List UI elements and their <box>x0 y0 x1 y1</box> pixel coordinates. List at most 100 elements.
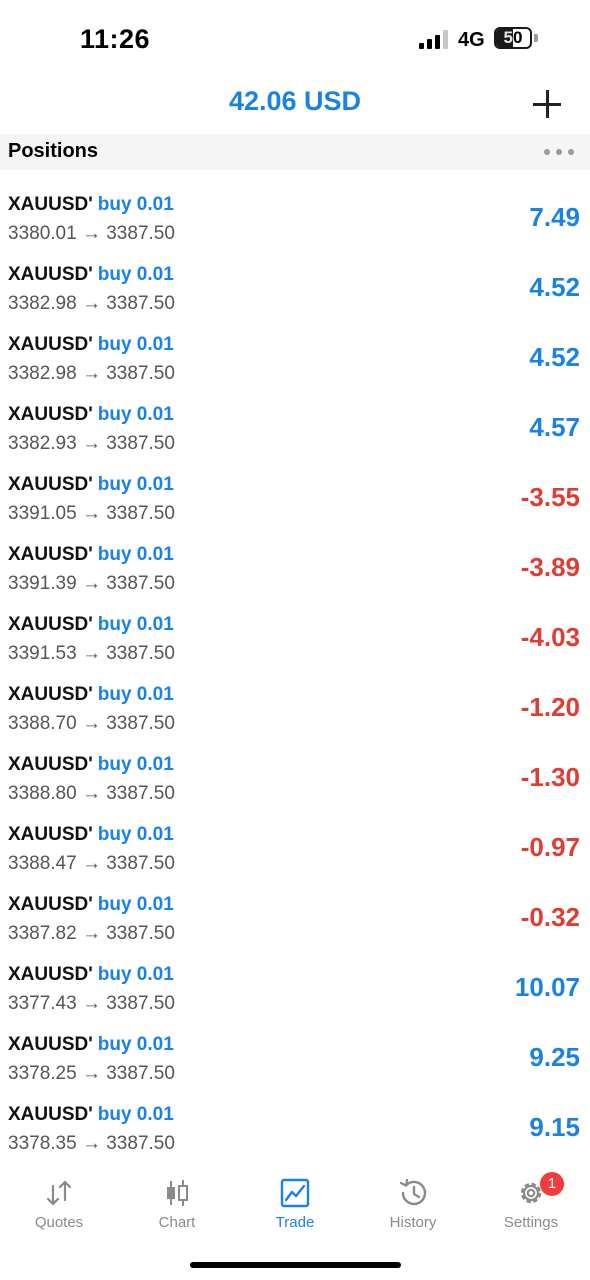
position-symbol: XAUUSD' <box>8 614 93 635</box>
tab-chart[interactable]: Chart <box>118 1162 236 1242</box>
position-symbol: XAUUSD' <box>8 1034 93 1055</box>
position-profit: -4.03 <box>520 622 580 652</box>
position-prices: 3378.25 → 3387.50 <box>8 1063 175 1084</box>
position-symbol: XAUUSD' <box>8 334 93 355</box>
trade-chart-icon <box>280 1178 310 1208</box>
quotes-arrows-icon <box>46 1180 72 1206</box>
position-title: XAUUSD' buy 0.01 <box>8 684 174 706</box>
section-title: Positions <box>8 140 99 162</box>
position-side: buy 0.01 <box>97 474 174 495</box>
tab-bar: Quotes Chart Trade History Settings 1 <box>0 1162 590 1280</box>
position-row[interactable]: XAUUSD' buy 0.01 3387.82 → 3387.50 -0.32 <box>0 884 590 954</box>
position-profit: -3.55 <box>520 482 580 512</box>
position-row[interactable]: XAUUSD' buy 0.01 3391.05 → 3387.50 -3.55 <box>0 464 590 534</box>
tab-label-trade: Trade <box>275 1214 315 1231</box>
position-side: buy 0.01 <box>97 754 174 775</box>
tab-label-history: History <box>389 1214 437 1231</box>
position-prices: 3377.43 → 3387.50 <box>8 993 175 1014</box>
position-symbol: XAUUSD' <box>8 824 93 845</box>
candlestick-icon <box>167 1180 188 1206</box>
history-clock-icon <box>399 1178 427 1206</box>
position-title: XAUUSD' buy 0.01 <box>8 754 174 776</box>
positions-section-header: Positions <box>0 134 590 170</box>
position-row[interactable]: XAUUSD' buy 0.01 3388.70 → 3387.50 -1.20 <box>0 674 590 744</box>
position-row[interactable]: XAUUSD' buy 0.01 3377.43 → 3387.50 10.07 <box>0 954 590 1024</box>
position-prices: 3382.98 → 3387.50 <box>8 363 175 384</box>
position-title: XAUUSD' buy 0.01 <box>8 894 174 916</box>
tab-label-chart: Chart <box>158 1214 196 1231</box>
tab-trade[interactable]: Trade <box>236 1162 354 1242</box>
position-prices: 3391.53 → 3387.50 <box>8 643 175 664</box>
position-profit: -0.97 <box>520 832 580 862</box>
position-title: XAUUSD' buy 0.01 <box>8 614 174 636</box>
position-prices: 3380.01 → 3387.50 <box>8 223 175 244</box>
home-indicator[interactable] <box>190 1262 401 1268</box>
position-row[interactable]: XAUUSD' buy 0.01 3391.39 → 3387.50 -3.89 <box>0 534 590 604</box>
position-row[interactable]: XAUUSD' buy 0.01 3391.53 → 3387.50 -4.03 <box>0 604 590 674</box>
position-symbol: XAUUSD' <box>8 474 93 495</box>
position-title: XAUUSD' buy 0.01 <box>8 474 174 496</box>
tab-label-settings: Settings <box>503 1214 559 1231</box>
status-time: 11:26 <box>80 24 151 54</box>
position-profit: 4.52 <box>529 272 580 302</box>
position-side: buy 0.01 <box>97 894 174 915</box>
position-symbol: XAUUSD' <box>8 894 93 915</box>
tab-settings[interactable]: Settings <box>472 1162 590 1242</box>
position-side: buy 0.01 <box>97 964 174 985</box>
ellipsis-icon[interactable] <box>543 148 575 156</box>
position-prices: 3387.82 → 3387.50 <box>8 923 175 944</box>
position-side: buy 0.01 <box>97 334 174 355</box>
tab-label-quotes: Quotes <box>34 1214 84 1231</box>
position-profit: 10.07 <box>514 972 580 1002</box>
position-profit: -1.20 <box>520 692 580 722</box>
position-prices: 3391.05 → 3387.50 <box>8 503 175 524</box>
position-title: XAUUSD' buy 0.01 <box>8 544 174 566</box>
position-title: XAUUSD' buy 0.01 <box>8 824 174 846</box>
position-prices: 3382.93 → 3387.50 <box>8 433 175 454</box>
position-symbol: XAUUSD' <box>8 754 93 775</box>
tab-quotes[interactable]: Quotes <box>0 1162 118 1242</box>
position-row[interactable]: XAUUSD' buy 0.01 3388.80 → 3387.50 -1.30 <box>0 744 590 814</box>
position-title: XAUUSD' buy 0.01 <box>8 404 174 426</box>
position-profit: -3.89 <box>520 552 580 582</box>
position-profit: -0.32 <box>520 902 580 932</box>
position-side: buy 0.01 <box>97 194 174 215</box>
position-title: XAUUSD' buy 0.01 <box>8 194 174 216</box>
position-profit: 4.52 <box>529 342 580 372</box>
position-row[interactable]: XAUUSD' buy 0.01 3382.98 → 3387.50 4.52 <box>0 254 590 324</box>
position-symbol: XAUUSD' <box>8 264 93 285</box>
position-side: buy 0.01 <box>97 1034 174 1055</box>
network-type: 4G <box>458 29 485 51</box>
position-title: XAUUSD' buy 0.01 <box>8 964 174 986</box>
position-side: buy 0.01 <box>97 684 174 705</box>
position-symbol: XAUUSD' <box>8 684 93 705</box>
battery-tip <box>534 34 538 42</box>
position-row[interactable]: XAUUSD' buy 0.01 3382.93 → 3387.50 4.57 <box>0 394 590 464</box>
position-symbol: XAUUSD' <box>8 964 93 985</box>
position-profit: 9.15 <box>529 1112 580 1142</box>
position-row[interactable]: XAUUSD' buy 0.01 3378.25 → 3387.50 9.25 <box>0 1024 590 1094</box>
plus-icon[interactable] <box>527 84 567 124</box>
tab-history[interactable]: History <box>354 1162 472 1242</box>
position-side: buy 0.01 <box>97 824 174 845</box>
position-side: buy 0.01 <box>97 544 174 565</box>
position-side: buy 0.01 <box>97 1104 174 1125</box>
position-symbol: XAUUSD' <box>8 1104 93 1125</box>
battery-icon: 50 <box>494 27 532 49</box>
position-profit: 7.49 <box>529 202 580 232</box>
position-title: XAUUSD' buy 0.01 <box>8 264 174 286</box>
position-prices: 3388.47 → 3387.50 <box>8 853 175 874</box>
position-row[interactable]: XAUUSD' buy 0.01 3382.98 → 3387.50 4.52 <box>0 324 590 394</box>
position-row[interactable]: XAUUSD' buy 0.01 3388.47 → 3387.50 -0.97 <box>0 814 590 884</box>
position-prices: 3378.35 → 3387.50 <box>8 1133 175 1154</box>
position-side: buy 0.01 <box>97 264 174 285</box>
position-symbol: XAUUSD' <box>8 404 93 425</box>
position-symbol: XAUUSD' <box>8 194 93 215</box>
status-bar: 11:26 4G 50 <box>0 0 590 80</box>
position-row[interactable]: XAUUSD' buy 0.01 3380.01 → 3387.50 7.49 <box>0 184 590 254</box>
battery-level: 50 <box>503 28 523 47</box>
positions-list[interactable]: XAUUSD' buy 0.01 3380.01 → 3387.50 7.49 XAUU… <box>0 170 590 1162</box>
account-balance: 42.06 USD <box>228 86 362 116</box>
settings-notification-badge: 1 <box>540 1172 564 1196</box>
position-row[interactable]: XAUUSD' buy 0.01 3378.35 → 3387.50 9.15 <box>0 1094 590 1162</box>
